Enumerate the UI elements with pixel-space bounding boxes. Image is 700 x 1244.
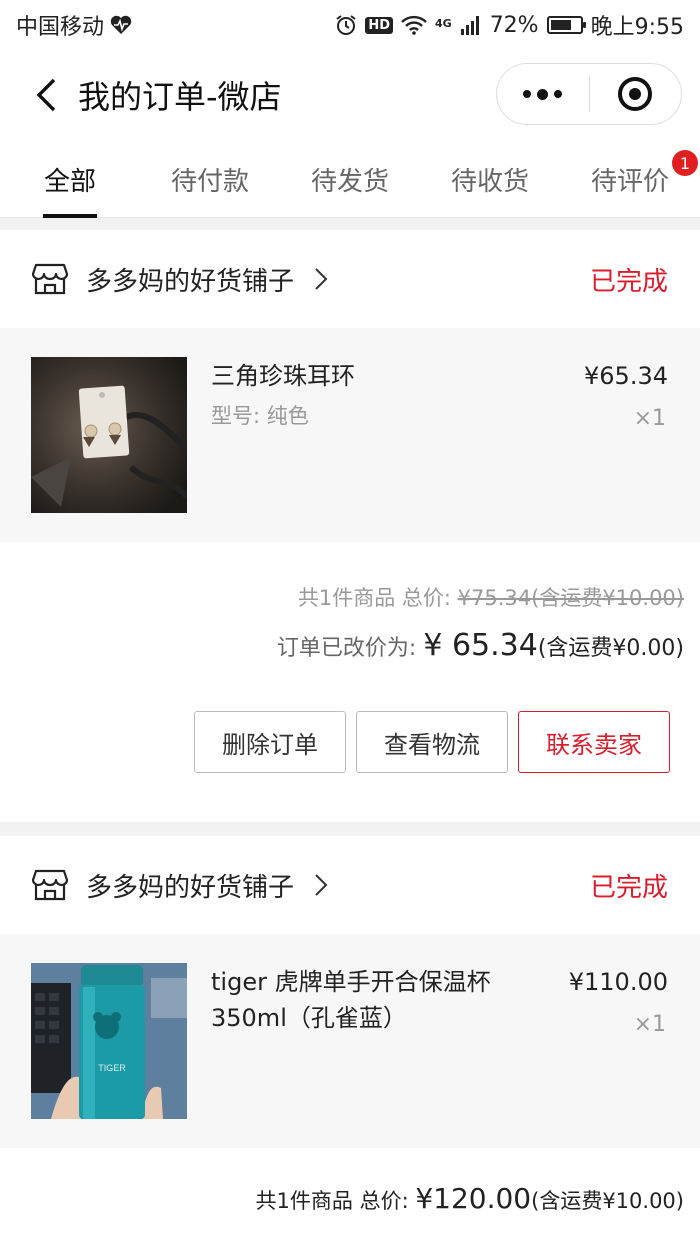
product-image-earrings [31, 357, 187, 513]
hd-badge: HD [365, 16, 393, 34]
contact-seller-button[interactable]: 联系卖家 [518, 711, 670, 773]
target-icon [618, 77, 653, 111]
tab-count-badge: 1 [672, 150, 698, 176]
product-quantity: ×1 [633, 1012, 666, 1037]
tab-active-indicator [43, 214, 97, 218]
order-card: 多多妈的好货铺子 已完成 [0, 836, 700, 1244]
total-prefix: 共1件商品 总价: [255, 1189, 416, 1213]
order-actions: 删除订单 查看物流 联系卖家 [0, 711, 700, 773]
tab-label: 待发货 [310, 166, 389, 197]
order-status: 已完成 [589, 266, 668, 297]
more-dots-icon [523, 88, 563, 100]
tab-label: 待收货 [450, 166, 529, 197]
original-total-line: 共1件商品 总价: ¥75.34(含运费¥10.00) [0, 582, 684, 612]
shop-icon [32, 869, 68, 901]
shop-icon [32, 263, 68, 295]
order-item[interactable]: 三角珍珠耳环 型号: 纯色 ¥65.34 ×1 [0, 328, 700, 542]
delete-order-button[interactable]: 删除订单 [194, 711, 346, 773]
product-price: ¥65.34 [584, 362, 668, 390]
original-total: ¥75.34 [457, 586, 532, 610]
modified-shipping-fee: (含运费¥0.00) [537, 636, 684, 661]
order-item[interactable]: TIGER tiger 虎牌单手开合保温杯350ml（孔雀蓝） ¥110.00 … [0, 934, 700, 1148]
carrier-label: 中国移动 [16, 15, 105, 40]
tab-pending-receipt[interactable]: 待收货 [420, 140, 560, 218]
product-image-tumbler: TIGER [31, 963, 187, 1119]
order-status: 已完成 [589, 872, 668, 903]
chevron-right-icon [315, 268, 328, 290]
modified-total: ¥ 65.34 [423, 628, 538, 663]
product-quantity: ×1 [633, 406, 666, 431]
order-summary: 共1件商品 总价: ¥120.00(含运费¥10.00) [0, 1182, 700, 1215]
battery-icon [546, 16, 586, 34]
tab-label: 全部 [43, 166, 96, 197]
chevron-left-icon [36, 78, 56, 112]
shipping-fee: (含运费¥10.00) [531, 1189, 684, 1213]
product-title: tiger 虎牌单手开合保温杯350ml（孔雀蓝） [211, 968, 491, 1032]
status-bar: 中国移动 HD 4G 72% 晚上9:55 [0, 0, 700, 50]
total-prefix: 共1件商品 总价: [297, 586, 458, 610]
product-price: ¥110.00 [568, 968, 668, 996]
signal-icon [460, 16, 479, 35]
tab-pending-payment[interactable]: 待付款 [140, 140, 280, 218]
shop-header[interactable]: 多多妈的好货铺子 已完成 [0, 836, 700, 934]
close-miniprogram-button[interactable] [590, 64, 682, 124]
shop-header[interactable]: 多多妈的好货铺子 已完成 [0, 230, 700, 328]
chevron-right-icon [315, 874, 328, 896]
order-summary: 共1件商品 总价: ¥75.34(含运费¥10.00) 订单已改价为: ¥ 65… [0, 582, 700, 663]
product-spec: 型号: 纯色 [211, 404, 309, 428]
shop-name: 多多妈的好货铺子 [86, 266, 295, 297]
more-button[interactable] [497, 64, 589, 124]
modified-label: 订单已改价为: [276, 636, 424, 661]
modified-price-line: 订单已改价为: ¥ 65.34(含运费¥0.00) [0, 628, 684, 663]
product-title: 三角珍珠耳环 [211, 362, 355, 390]
tab-pending-review[interactable]: 待评价 1 [560, 140, 700, 218]
alarm-icon [336, 15, 356, 35]
tab-label: 待付款 [170, 166, 249, 197]
original-shipping-fee: (含运费¥10.00) [531, 586, 684, 610]
wifi-icon [401, 15, 427, 35]
back-button[interactable] [18, 65, 74, 125]
tab-pending-shipment[interactable]: 待发货 [280, 140, 420, 218]
battery-percent: 72% [489, 12, 539, 38]
order-card: 多多妈的好货铺子 已完成 [0, 230, 700, 822]
network-type: 4G [435, 17, 452, 30]
tab-label: 待评价 [590, 166, 669, 197]
tab-all[interactable]: 全部 [0, 140, 140, 218]
shop-name: 多多妈的好货铺子 [86, 872, 295, 903]
mini-program-capsule [496, 63, 682, 125]
clock: 晚上9:55 [590, 15, 684, 40]
order-total: ¥120.00 [415, 1182, 532, 1215]
view-logistics-button[interactable]: 查看物流 [356, 711, 508, 773]
page-title: 我的订单-微店 [78, 78, 282, 116]
nav-bar: 我的订单-微店 [0, 50, 700, 140]
tumbler-brand-text: TIGER [98, 1063, 126, 1073]
order-tabs: 全部 待付款 待发货 待收货 待评价 1 [0, 140, 700, 218]
heart-rate-icon [110, 15, 132, 34]
